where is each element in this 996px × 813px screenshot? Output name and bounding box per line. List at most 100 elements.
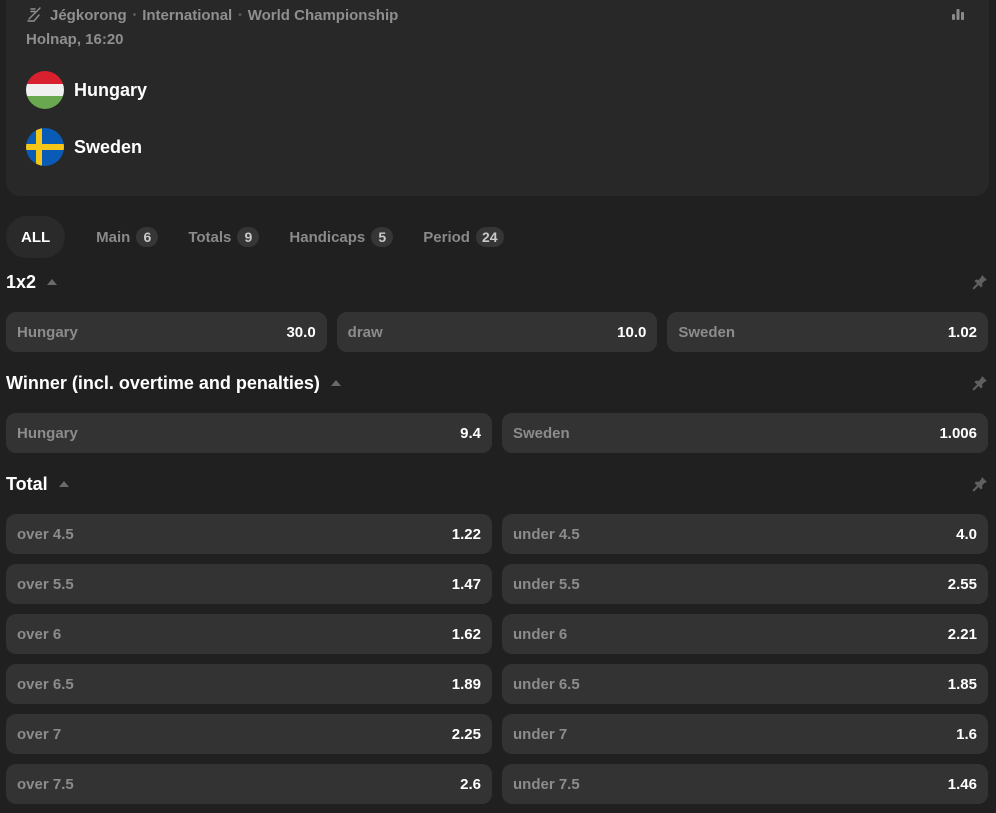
breadcrumb-tournament[interactable]: World Championship (248, 7, 399, 24)
odd-button[interactable]: Hungary 9.4 (6, 413, 492, 453)
tab-count-badge: 6 (136, 227, 159, 247)
odd-label: draw (347, 323, 383, 341)
tab-label: Main (96, 228, 131, 246)
market-title: Winner (incl. overtime and penalties) (6, 372, 320, 393)
odds-row-1x2: Hungary 30.0 draw 10.0 Sweden 1.02 (6, 312, 989, 352)
hungary-flag-icon (26, 71, 64, 109)
tab-count-badge: 5 (371, 227, 394, 247)
pin-icon[interactable] (972, 274, 988, 290)
odd-label: under 7 (513, 725, 568, 743)
odd-label: over 4.5 (17, 525, 74, 543)
sweden-flag-icon (26, 128, 64, 166)
odd-button[interactable]: under 6 2.21 (502, 614, 988, 654)
home-team: Hungary (26, 71, 147, 109)
odds-row-total: over 6 1.62 under 6 2.21 (6, 614, 988, 654)
odd-value: 1.46 (947, 775, 977, 793)
tab-label: Period (423, 228, 470, 246)
odds-row-total: over 7.5 2.6 under 7.5 1.46 (6, 764, 988, 804)
breadcrumb-separator: • (132, 9, 137, 21)
odd-label: under 4.5 (513, 525, 580, 543)
odd-value: 1.85 (947, 675, 977, 693)
odd-value: 1.89 (451, 675, 481, 693)
collapse-caret-icon[interactable] (330, 380, 341, 386)
odd-button[interactable]: under 5.5 2.55 (502, 564, 988, 604)
odd-label: Hungary (17, 323, 78, 341)
tab-label: Totals (188, 228, 232, 246)
odd-label: under 6 (513, 625, 568, 643)
odd-button[interactable]: over 7 2.25 (6, 714, 492, 754)
breadcrumb-sport[interactable]: Jégkorong (50, 7, 127, 24)
odd-button[interactable]: under 7 1.6 (502, 714, 988, 754)
odd-label: Sweden (678, 323, 736, 341)
odd-button[interactable]: over 7.5 2.6 (6, 764, 492, 804)
odd-value: 1.006 (939, 424, 977, 442)
market-header-1x2[interactable]: 1x2 (6, 270, 988, 294)
tab-count-badge: 24 (475, 227, 504, 247)
tab-period[interactable]: Period 24 (408, 216, 518, 258)
collapse-caret-icon[interactable] (47, 279, 58, 285)
odd-value: 1.47 (451, 575, 481, 593)
match-header-card: Jégkorong • International • World Champi… (6, 0, 989, 196)
odd-label: under 5.5 (513, 575, 580, 593)
pin-icon[interactable] (972, 476, 988, 492)
odd-label: over 7.5 (17, 775, 74, 793)
tab-main[interactable]: Main 6 (81, 216, 173, 258)
odd-value: 1.6 (956, 725, 977, 743)
odd-button[interactable]: Sweden 1.02 (667, 312, 989, 352)
tab-label: ALL (21, 228, 51, 246)
odd-button[interactable]: draw 10.0 (336, 312, 658, 352)
market-title: 1x2 (6, 271, 37, 292)
odd-value: 10.0 (617, 323, 647, 341)
odd-button[interactable]: under 6.5 1.85 (502, 664, 988, 704)
breadcrumb-separator: • (238, 9, 242, 21)
odd-label: over 7 (17, 725, 62, 743)
odds-row-winner: Hungary 9.4 Sweden 1.006 (6, 413, 988, 453)
odds-row-total: over 4.5 1.22 under 4.5 4.0 (6, 514, 988, 554)
tab-all[interactable]: ALL (6, 216, 66, 258)
odd-button[interactable]: over 6.5 1.89 (6, 664, 492, 704)
odd-button[interactable]: under 4.5 4.0 (502, 514, 988, 554)
odd-button[interactable]: Sweden 1.006 (502, 413, 988, 453)
odd-value: 2.25 (451, 725, 481, 743)
away-team: Sweden (26, 128, 142, 166)
odds-row-total: over 7 2.25 under 7 1.6 (6, 714, 988, 754)
pin-icon[interactable] (972, 375, 988, 391)
odd-label: over 5.5 (17, 575, 74, 593)
odd-button[interactable]: over 5.5 1.47 (6, 564, 492, 604)
tab-label: Handicaps (289, 228, 366, 246)
market-header-total[interactable]: Total (6, 472, 988, 496)
odd-value: 1.62 (451, 625, 481, 643)
tab-count-badge: 9 (237, 227, 260, 247)
odd-value: 2.21 (947, 625, 977, 643)
odd-button[interactable]: over 4.5 1.22 (6, 514, 492, 554)
hockey-stick-icon (26, 6, 44, 24)
home-team-name: Hungary (74, 79, 148, 100)
odds-row-total: over 6.5 1.89 under 6.5 1.85 (6, 664, 988, 704)
odd-label: under 6.5 (513, 675, 580, 693)
odd-value: 4.0 (956, 525, 977, 543)
odd-button[interactable]: under 7.5 1.46 (502, 764, 988, 804)
collapse-caret-icon[interactable] (58, 481, 69, 487)
event-page: Jégkorong • International • World Champi… (0, 0, 996, 813)
odd-label: Hungary (17, 424, 78, 442)
market-title: Total (6, 473, 48, 494)
odd-value: 9.4 (460, 424, 481, 442)
bar-chart-icon[interactable] (951, 8, 965, 22)
odd-button[interactable]: Hungary 30.0 (6, 312, 327, 352)
market-header-winner[interactable]: Winner (incl. overtime and penalties) (6, 371, 988, 395)
odd-value: 1.22 (451, 525, 481, 543)
tab-totals[interactable]: Totals 9 (173, 216, 274, 258)
odd-button[interactable]: over 6 1.62 (6, 614, 492, 654)
odds-row-total: over 5.5 1.47 under 5.5 2.55 (6, 564, 988, 604)
odd-value: 2.55 (947, 575, 977, 593)
match-start-time: Holnap, 16:20 (26, 31, 124, 48)
odd-label: under 7.5 (513, 775, 580, 793)
breadcrumb-category[interactable]: International (142, 7, 232, 24)
odd-label: Sweden (513, 424, 570, 442)
away-team-name: Sweden (74, 136, 143, 157)
tab-handicaps[interactable]: Handicaps 5 (274, 216, 408, 258)
breadcrumb: Jégkorong • International • World Champi… (26, 6, 398, 24)
odd-value: 30.0 (286, 323, 316, 341)
odd-label: over 6.5 (17, 675, 74, 693)
odd-label: over 6 (17, 625, 62, 643)
